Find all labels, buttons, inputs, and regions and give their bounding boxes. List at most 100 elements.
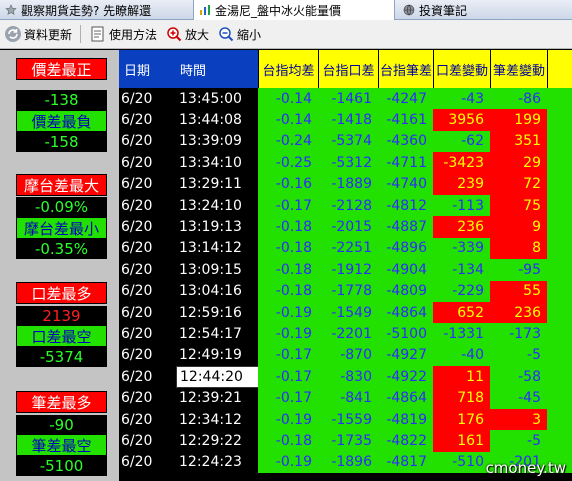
date-cell[interactable]: 6/20	[121, 109, 171, 130]
trade-diff-cell[interactable]: -5100	[378, 323, 433, 345]
overflow-cell[interactable]	[547, 216, 572, 238]
date-cell[interactable]: 6/20	[121, 131, 171, 152]
date-cell[interactable]: 6/20	[121, 430, 171, 451]
overflow-cell[interactable]	[547, 430, 572, 452]
avg-diff-cell[interactable]: -0.18	[258, 430, 318, 452]
overflow-cell[interactable]	[547, 173, 572, 195]
overflow-cell[interactable]	[547, 88, 572, 110]
table-row[interactable]: 6/20 13:04:16 -0.18 -1778 -4809 -229 55	[119, 280, 572, 302]
header-contract-diff[interactable]: 台指口差	[318, 50, 378, 88]
trade-diff-cell[interactable]: -4864	[378, 302, 433, 324]
trade-change-cell[interactable]: 236	[490, 302, 547, 324]
trade-diff-cell[interactable]: -4247	[378, 88, 433, 110]
date-cell[interactable]: 6/20	[121, 152, 171, 173]
avg-diff-cell[interactable]: -0.16	[258, 173, 318, 195]
trade-change-cell[interactable]: -5	[490, 430, 547, 452]
overflow-cell[interactable]	[547, 195, 572, 217]
overflow-cell[interactable]	[547, 280, 572, 302]
overflow-cell[interactable]	[547, 237, 572, 260]
trade-change-cell[interactable]: -86	[490, 88, 547, 110]
header-avg-diff[interactable]: 台指均差	[258, 50, 318, 88]
trade-diff-cell[interactable]: -4809	[378, 280, 433, 302]
trade-change-cell[interactable]: -173	[490, 323, 547, 345]
table-row[interactable]: 6/20 12:44:20 -0.17 -830 -4922 11 -58	[119, 366, 572, 388]
time-cell[interactable]: 12:49:19	[179, 345, 259, 366]
table-row[interactable]: 6/20 13:29:11 -0.16 -1889 -4740 239 72	[119, 173, 572, 195]
help-button[interactable]: 使用方法	[85, 23, 161, 45]
avg-diff-cell[interactable]: -0.18	[258, 259, 318, 281]
date-cell[interactable]: 6/20	[121, 259, 171, 280]
avg-diff-cell[interactable]: -0.19	[258, 302, 318, 324]
header-contract-change[interactable]: 口差變動	[433, 50, 490, 88]
contract-diff-cell[interactable]: -2015	[318, 216, 378, 238]
overflow-cell[interactable]	[547, 323, 572, 345]
trade-change-cell[interactable]: -45	[490, 387, 547, 409]
avg-diff-cell[interactable]: -0.19	[258, 323, 318, 345]
refresh-button[interactable]: 資料更新	[0, 23, 76, 45]
trade-change-cell[interactable]: 199	[490, 109, 547, 131]
table-row[interactable]: 6/20 13:24:10 -0.17 -2128 -4812 -113 75	[119, 195, 572, 217]
time-cell[interactable]: 12:29:22	[179, 430, 259, 451]
time-cell[interactable]: 13:24:10	[179, 195, 259, 216]
time-cell[interactable]: 13:44:08	[179, 109, 259, 130]
zoom-out-button[interactable]: 縮小	[213, 23, 265, 45]
time-cell[interactable]: 13:09:15	[179, 259, 259, 280]
time-cell[interactable]: 12:59:16	[179, 302, 259, 323]
time-cell-selected[interactable]: 12:44:20	[176, 366, 260, 388]
contract-diff-cell[interactable]: -2128	[318, 195, 378, 217]
contract-change-cell[interactable]: 3956	[433, 109, 490, 131]
date-cell[interactable]: 6/20	[121, 238, 171, 259]
contract-diff-cell[interactable]: -1549	[318, 302, 378, 324]
overflow-cell[interactable]	[547, 387, 572, 409]
contract-diff-cell[interactable]: -1418	[318, 109, 378, 131]
time-cell[interactable]: 13:19:13	[179, 216, 259, 237]
contract-diff-cell[interactable]: -870	[318, 344, 378, 367]
contract-diff-cell[interactable]: -1778	[318, 280, 378, 302]
table-row[interactable]: 6/20 13:19:13 -0.18 -2015 -4887 236 9	[119, 216, 572, 238]
contract-diff-cell[interactable]: -1735	[318, 430, 378, 452]
trade-diff-cell[interactable]: -4740	[378, 173, 433, 195]
time-cell[interactable]: 13:39:09	[179, 131, 259, 152]
header-trade-diff[interactable]: 台指筆差	[378, 50, 433, 88]
overflow-cell[interactable]	[547, 259, 572, 281]
overflow-cell[interactable]	[547, 109, 572, 131]
date-cell[interactable]: 6/20	[121, 452, 171, 473]
date-cell[interactable]: 6/20	[121, 216, 171, 237]
contract-change-cell[interactable]: 176	[433, 409, 490, 431]
table-row[interactable]: 6/20 13:14:12 -0.18 -2251 -4896 -339 8	[119, 237, 572, 260]
contract-diff-cell[interactable]: -2251	[318, 237, 378, 260]
avg-diff-cell[interactable]: -0.24	[258, 130, 318, 153]
tab-investment-notes[interactable]: 投資筆記	[398, 0, 488, 20]
trade-diff-cell[interactable]: -4817	[378, 451, 433, 474]
contract-change-cell[interactable]: 239	[433, 173, 490, 195]
trade-change-cell[interactable]: 72	[490, 173, 547, 195]
contract-diff-cell[interactable]: -1912	[318, 259, 378, 281]
date-cell[interactable]: 6/20	[121, 409, 171, 430]
table-row[interactable]: 6/20 13:45:00 -0.14 -1461 -4247 -43 -86	[119, 88, 572, 110]
avg-diff-cell[interactable]: -0.18	[258, 237, 318, 260]
avg-diff-cell[interactable]: -0.17	[258, 387, 318, 409]
trade-diff-cell[interactable]: -4711	[378, 152, 433, 174]
contract-diff-cell[interactable]: -1461	[318, 88, 378, 110]
avg-diff-cell[interactable]: -0.19	[258, 409, 318, 431]
contract-change-cell[interactable]: -510	[433, 451, 490, 474]
time-cell[interactable]: 12:54:17	[179, 323, 259, 344]
trade-change-cell[interactable]: 3	[490, 409, 547, 431]
contract-change-cell[interactable]: 161	[433, 430, 490, 452]
avg-diff-cell[interactable]: -0.19	[258, 451, 318, 474]
contract-change-cell[interactable]: -43	[433, 88, 490, 110]
trade-diff-cell[interactable]: -4819	[378, 409, 433, 431]
time-cell[interactable]: 12:39:21	[179, 388, 259, 409]
date-cell[interactable]: 6/20	[121, 302, 171, 323]
contract-change-cell[interactable]: -113	[433, 195, 490, 217]
trade-diff-cell[interactable]: -4812	[378, 195, 433, 217]
table-row[interactable]: 6/20 12:49:19 -0.17 -870 -4927 -40 -5	[119, 344, 572, 367]
trade-diff-cell[interactable]: -4927	[378, 344, 433, 367]
trade-change-cell[interactable]: -58	[490, 366, 547, 388]
time-cell[interactable]: 12:24:23	[179, 452, 259, 473]
contract-diff-cell[interactable]: -1889	[318, 173, 378, 195]
trade-change-cell[interactable]: 75	[490, 195, 547, 217]
avg-diff-cell[interactable]: -0.14	[258, 88, 318, 110]
contract-change-cell[interactable]: 236	[433, 216, 490, 238]
contract-change-cell[interactable]: -134	[433, 259, 490, 281]
